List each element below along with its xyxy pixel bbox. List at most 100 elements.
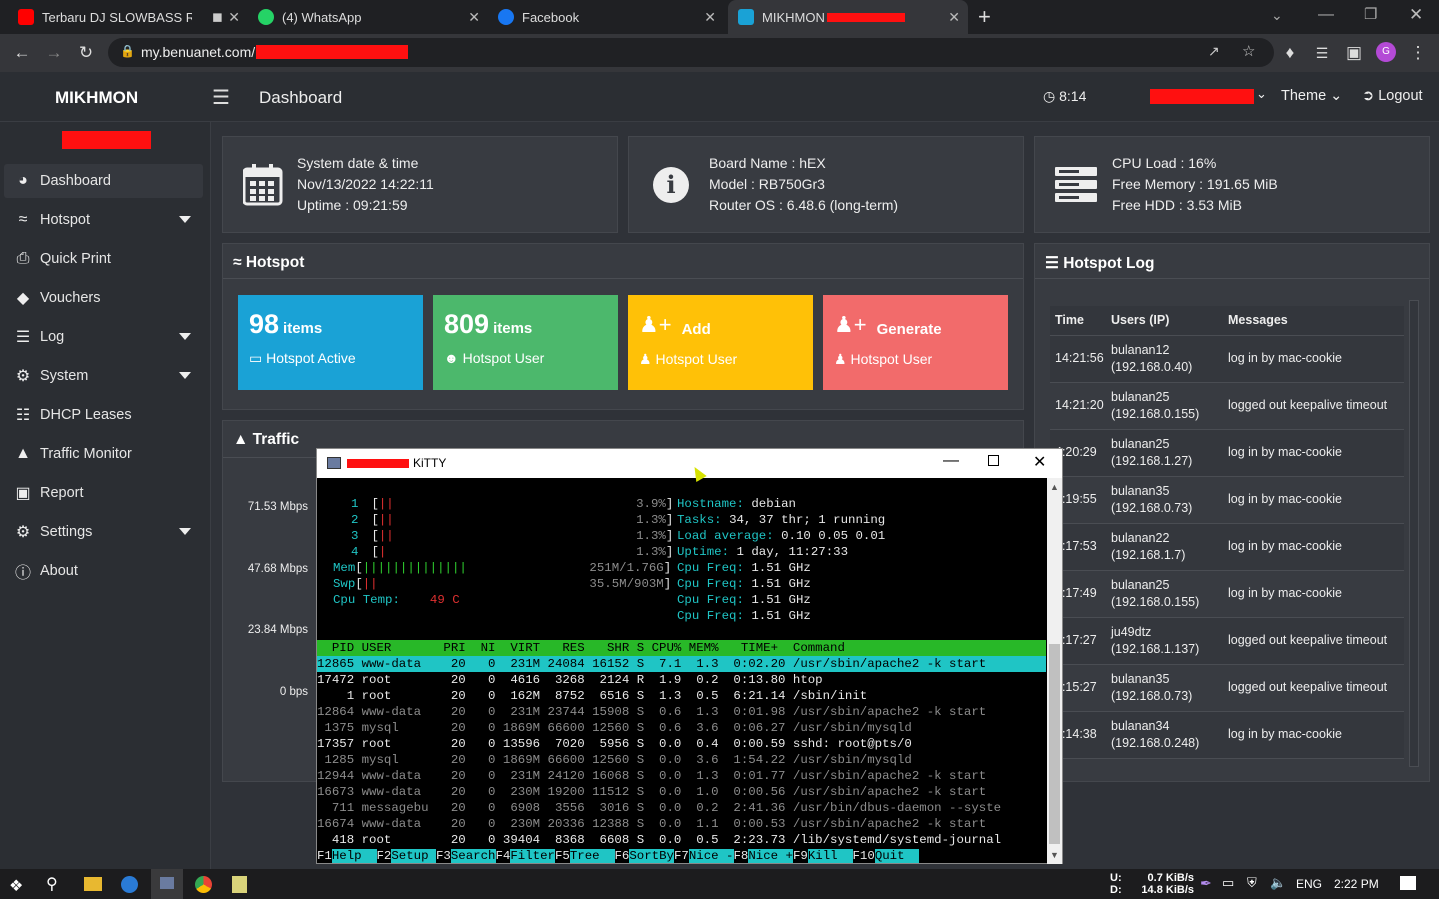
taskbar-clock[interactable]: 2:22 PM — [1334, 877, 1379, 891]
notepad-icon[interactable] — [232, 876, 247, 893]
network-icon[interactable]: ▭ — [1222, 875, 1234, 891]
close-tab-icon[interactable]: ✕ — [704, 9, 716, 26]
process-row[interactable]: 16673 www-data 20 0 230M 19200 11512 S 0… — [317, 784, 1046, 800]
menu-kebab-icon[interactable]: ⋮ — [1406, 41, 1430, 65]
function-key-label[interactable]: Setup — [391, 849, 436, 863]
sidebar-item-quick-print[interactable]: ⎙ Quick Print — [4, 242, 203, 276]
sidebar-item-system[interactable]: ⚙ System — [4, 359, 203, 393]
money-icon: ▣ — [15, 485, 31, 502]
extensions-icon[interactable]: ♦ — [1278, 41, 1302, 65]
log-username: ju49dtz — [1111, 624, 1152, 639]
log-username: bulanan35 — [1111, 671, 1170, 686]
function-key-label[interactable]: Search — [450, 849, 496, 863]
htop-meter-key: Cpu Freq: — [677, 609, 744, 623]
function-key-label[interactable]: Help — [331, 849, 377, 863]
tab-search-icon[interactable]: ⌄ — [1271, 7, 1283, 24]
share-icon[interactable]: ↗ — [1208, 43, 1220, 60]
function-key-label[interactable]: Kill — [807, 849, 853, 863]
htop-process-list[interactable]: 12865 www-data 20 0 231M 24084 16152 S 7… — [317, 656, 1046, 848]
close-window-icon[interactable]: ✕ — [1409, 5, 1423, 25]
restore-icon[interactable]: ❐ — [1364, 5, 1377, 23]
forward-icon[interactable]: → — [42, 41, 66, 65]
chrome-icon[interactable] — [195, 876, 212, 893]
pen-icon[interactable]: ✒ — [1200, 875, 1212, 892]
reload-icon[interactable]: ↻ — [74, 41, 98, 65]
tile-unit: Add — [681, 320, 711, 338]
htop-function-keys[interactable]: F1Help F2Setup F3SearchF4FilterF5Tree F6… — [317, 848, 1046, 864]
close-tab-icon[interactable]: ✕ — [948, 9, 960, 26]
new-tab-button[interactable]: + — [978, 4, 991, 30]
tab-facebook[interactable]: Facebook ✕ — [488, 0, 724, 34]
scroll-thumb[interactable] — [1049, 644, 1060, 844]
volume-icon[interactable]: 🔈 — [1270, 875, 1286, 891]
scroll-up-icon[interactable]: ▲ — [1050, 482, 1059, 492]
sidebar-item-about[interactable]: ⓘ About — [4, 554, 203, 588]
scroll-down-icon[interactable]: ▼ — [1050, 850, 1059, 860]
function-key-label[interactable]: Quit — [874, 849, 920, 863]
sidebar-item-vouchers[interactable]: ◆ Vouchers — [4, 281, 203, 315]
sidebar-item-dhcp-leases[interactable]: ☷ DHCP Leases — [4, 398, 203, 432]
hamburger-icon[interactable]: ☰ — [212, 85, 230, 110]
maximize-icon[interactable] — [988, 455, 999, 466]
close-tab-icon[interactable]: ✕ — [228, 9, 240, 26]
process-row[interactable]: 12865 www-data 20 0 231M 24084 16152 S 7… — [317, 656, 1046, 672]
kitty-title-bar[interactable]: KiTTY — ✕ — [317, 449, 1062, 478]
sidebar-item-traffic-monitor[interactable]: ▲ Traffic Monitor — [4, 437, 203, 471]
profile-avatar[interactable]: G — [1376, 42, 1396, 62]
media-icon[interactable]: ☰ — [1310, 41, 1334, 65]
hotspot-active-tile[interactable]: 98 items ▭ Hotspot Active — [238, 295, 423, 390]
windows-start-icon[interactable]: ❖ — [9, 876, 23, 896]
add-hotspot-user-tile[interactable]: ♟+ Add ♟ Hotspot User — [628, 295, 813, 390]
function-key-label[interactable]: SortBy — [629, 849, 674, 863]
process-row[interactable]: 12864 www-data 20 0 231M 23744 15908 S 0… — [317, 704, 1046, 720]
sidebar-item-dashboard[interactable]: ◕ Dashboard — [4, 164, 203, 198]
function-key-label[interactable]: Nice - — [688, 849, 734, 863]
generate-hotspot-user-tile[interactable]: ♟+ Generate ♟ Hotspot User — [823, 295, 1008, 390]
file-explorer-icon[interactable] — [84, 877, 102, 891]
kitty-terminal-window[interactable]: KiTTY — ✕ 1 [|| 3.9%] Hostname: debian 2 [… — [316, 448, 1063, 864]
logout-button[interactable]: ➲ Logout — [1362, 88, 1423, 104]
process-row[interactable]: 711 messagebu 20 0 6908 3556 3016 S 0.0 … — [317, 800, 1046, 816]
search-icon[interactable]: ⚲ — [46, 874, 58, 894]
htop-column-header[interactable]: PID USER PRI NI VIRT RES SHR S CPU% MEM%… — [317, 640, 1046, 656]
close-icon[interactable]: ✕ — [1033, 452, 1046, 472]
function-key: F6 — [614, 849, 630, 863]
function-key-label[interactable]: Filter — [510, 849, 555, 863]
close-tab-icon[interactable]: ✕ — [468, 9, 480, 26]
back-icon[interactable]: ← — [10, 41, 34, 65]
function-key-label[interactable]: Nice + — [748, 849, 793, 863]
minimize-icon[interactable]: — — [1318, 6, 1334, 24]
process-row[interactable]: 1285 mysql 20 0 1869M 66600 12560 S 0.0 … — [317, 752, 1046, 768]
tab-mikhmon[interactable]: MIKHMON ✕ — [728, 0, 968, 34]
sidebar-item-settings[interactable]: ⚙ Settings — [4, 515, 203, 549]
language-indicator[interactable]: ENG — [1296, 877, 1322, 891]
process-row[interactable]: 1 root 20 0 162M 8752 6516 S 1.3 0.5 6:2… — [317, 688, 1046, 704]
sidebar-item-hotspot[interactable]: ≈ Hotspot — [4, 203, 203, 237]
process-row[interactable]: 12944 www-data 20 0 231M 24120 16068 S 0… — [317, 768, 1046, 784]
process-row[interactable]: 1375 mysql 20 0 1869M 66600 12560 S 0.6 … — [317, 720, 1046, 736]
log-username: bulanan34 — [1111, 718, 1170, 733]
chevron-down-icon[interactable]: ⌄ — [1256, 86, 1267, 102]
app-icon[interactable] — [121, 876, 138, 893]
minimize-icon[interactable]: — — [943, 452, 959, 470]
sidepanel-icon[interactable]: ▣ — [1342, 41, 1366, 65]
process-row[interactable]: 17472 root 20 0 4616 3268 2124 R 1.9 0.2… — [317, 672, 1046, 688]
bookmark-star-icon[interactable]: ☆ — [1242, 42, 1255, 60]
theme-dropdown[interactable]: Theme ⌄ — [1281, 88, 1342, 104]
process-row[interactable]: 17357 root 20 0 13596 7020 5956 S 0.0 0.… — [317, 736, 1046, 752]
sidebar-item-report[interactable]: ▣ Report — [4, 476, 203, 510]
function-key-label[interactable]: Tree — [569, 849, 615, 863]
terminal-scrollbar[interactable]: ▲ ▼ — [1047, 478, 1062, 864]
tab-whatsapp[interactable]: (4) WhatsApp ✕ — [248, 0, 488, 34]
url-bar[interactable]: 🔒 my.benuanet.com/ ↗ ☆ — [108, 38, 1274, 67]
process-row[interactable]: 16674 www-data 20 0 230M 20336 12388 S 0… — [317, 816, 1046, 832]
function-key: F1 — [317, 849, 332, 863]
security-icon[interactable]: ⛨ — [1247, 875, 1257, 891]
sidebar-item-log[interactable]: ☰ Log — [4, 320, 203, 354]
tab-youtube[interactable]: Terbaru DJ SLOWBASS R2 PR ◼ ✕ — [8, 0, 248, 34]
kitty-taskbar-button[interactable] — [151, 869, 183, 899]
log-scrollbar[interactable] — [1409, 300, 1419, 767]
notifications-icon[interactable] — [1400, 876, 1416, 890]
hotspot-user-tile[interactable]: 809 items ☻ Hotspot User — [433, 295, 618, 390]
process-row[interactable]: 418 root 20 0 39404 8368 6608 S 0.0 0.5 … — [317, 832, 1046, 848]
